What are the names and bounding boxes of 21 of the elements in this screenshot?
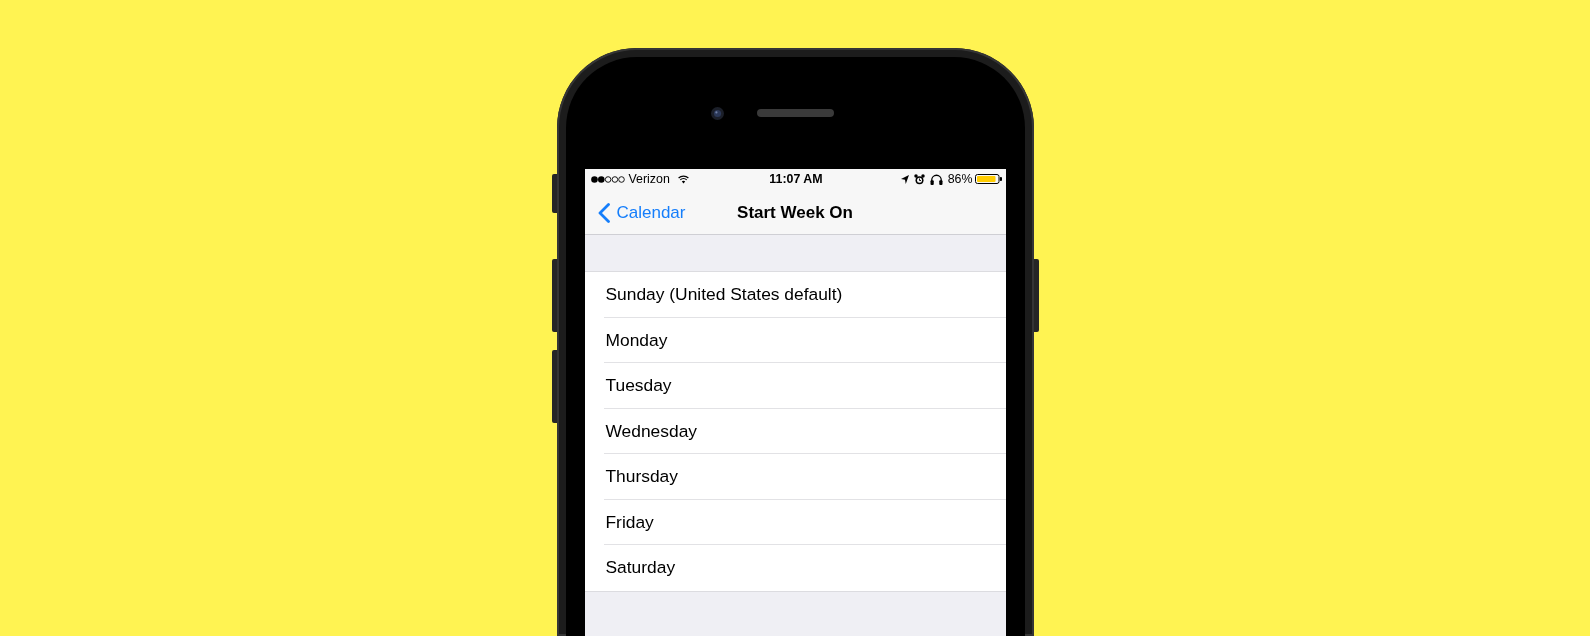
signal-dots-icon — [590, 175, 625, 183]
headphones-icon — [929, 173, 943, 185]
location-arrow-icon — [900, 174, 909, 184]
wifi-icon — [677, 174, 689, 184]
chevron-icon — [597, 202, 610, 223]
list-item[interactable]: Friday — [584, 499, 1006, 545]
carrier-name: Verizon — [628, 172, 670, 186]
status-time: 11:07 AM — [769, 172, 823, 186]
list-item[interactable]: Monday — [584, 317, 1006, 363]
battery-percent: 86% — [947, 172, 973, 186]
camera-icon — [710, 106, 724, 120]
back-button[interactable]: Calendar — [597, 202, 686, 223]
list-item[interactable]: Tuesday — [584, 363, 1006, 409]
list-item[interactable]: Wednesday — [584, 408, 1006, 454]
alarm-clock-icon — [913, 173, 925, 185]
list-item[interactable]: Thursday — [584, 454, 1006, 500]
battery-icon — [974, 174, 1002, 184]
list-item[interactable]: Saturday — [584, 545, 1006, 591]
speaker-icon — [756, 109, 834, 117]
list-item[interactable]: Sunday (United States default) — [584, 272, 1006, 318]
nav-title: Start Week On — [737, 202, 853, 223]
